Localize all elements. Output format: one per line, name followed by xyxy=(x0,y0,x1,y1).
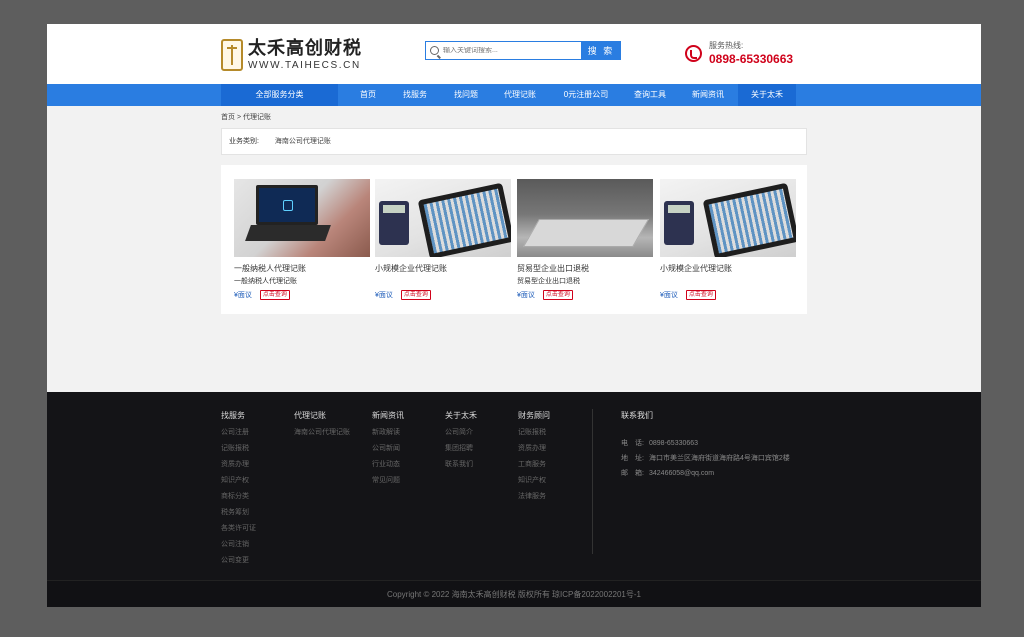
contact-phone: 电 话: 0898-65330663 xyxy=(621,440,699,447)
product-image[interactable] xyxy=(234,179,370,257)
hotline-label: 服务热线: xyxy=(709,41,744,50)
nav-item-news[interactable]: 新闻资讯 xyxy=(683,84,733,106)
product-card[interactable]: 小规模企业代理记账 ¥面议 点击查询 xyxy=(375,179,511,300)
product-price: ¥面议 xyxy=(660,292,678,299)
category-filter: 业务类别: 海南公司代理记账 xyxy=(221,128,807,155)
product-card[interactable]: 贸易型企业出口退税 贸易型企业出口退税 ¥面议 点击查询 xyxy=(517,179,653,300)
site-logo[interactable]: 太禾高创财税 WWW.TAIHECS.CN xyxy=(221,38,362,72)
filter-option[interactable]: 海南公司代理记账 xyxy=(275,138,331,145)
logo-domain: WWW.TAIHECS.CN xyxy=(248,60,361,71)
nav-item-find-question[interactable]: 找问题 xyxy=(443,84,489,106)
footer-link[interactable]: 常见问题 xyxy=(372,476,404,485)
contact-email: 邮 箱: 342466058@qq.com xyxy=(621,470,715,477)
product-title[interactable]: 一般纳税人代理记账 xyxy=(234,264,370,274)
product-title[interactable]: 贸易型企业出口退税 xyxy=(517,264,653,274)
search-input[interactable] xyxy=(443,47,573,54)
product-price: ¥面议 xyxy=(375,292,393,299)
nav-all-services[interactable]: 全部服务分类 xyxy=(221,84,338,106)
product-detail-button[interactable]: 点击查询 xyxy=(542,290,573,300)
footer-link[interactable]: 各类许可证 xyxy=(221,524,256,533)
footer-column-title: 关于太禾 xyxy=(445,411,477,420)
hotline: 服务热线: 0898-65330663 xyxy=(685,41,793,66)
footer-link[interactable]: 行业动态 xyxy=(372,460,404,469)
footer-link[interactable]: 税务筹划 xyxy=(221,508,256,517)
nav-item-about[interactable]: 关于太禾 xyxy=(738,84,796,106)
main-nav: 全部服务分类 首页 找服务 找问题 代理记账 0元注册公司 查询工具 新闻资讯 … xyxy=(47,84,981,106)
footer-link[interactable]: 法律服务 xyxy=(518,492,550,501)
footer-link[interactable]: 记账报税 xyxy=(221,444,256,453)
product-subtitle xyxy=(375,277,511,286)
footer-link[interactable]: 资质办理 xyxy=(221,460,256,469)
nav-item-free-registration[interactable]: 0元注册公司 xyxy=(556,84,616,106)
footer-link[interactable]: 联系我们 xyxy=(445,460,477,469)
footer-divider xyxy=(592,409,593,554)
footer-column-title: 财务顾问 xyxy=(518,411,550,420)
footer-link[interactable]: 新政解读 xyxy=(372,428,404,437)
hotline-number: 0898-65330663 xyxy=(709,52,794,66)
breadcrumb[interactable]: 首页 > 代理记账 xyxy=(221,112,271,122)
footer-link[interactable]: 商标分类 xyxy=(221,492,256,501)
product-title[interactable]: 小规模企业代理记账 xyxy=(375,264,511,274)
footer-link[interactable]: 记账报税 xyxy=(518,428,550,437)
product-image[interactable] xyxy=(517,179,653,257)
page: 太禾高创财税 WWW.TAIHECS.CN 搜 索 服务热线: 0898-653… xyxy=(47,24,981,607)
footer-contact: 联系我们 电 话: 0898-65330663 地 址: 海口市美兰区海府街道海府路… xyxy=(621,411,790,478)
footer-column: 财务顾问 记账报税 资质办理 工商服务 知识产权 法律服务 xyxy=(518,411,550,501)
logo-title: 太禾高创财税 xyxy=(248,38,362,58)
footer-column: 代理记账 海南公司代理记账 xyxy=(294,411,350,437)
contact-address: 地 址: 海口市美兰区海府街道海府路4号海口宾馆2楼 xyxy=(621,455,790,462)
copyright: Copyright © 2022 海南太禾高创财税 版权所有 琼ICP备2022… xyxy=(47,580,981,607)
footer-column-title: 找服务 xyxy=(221,411,245,420)
product-image[interactable] xyxy=(660,179,796,257)
product-image[interactable] xyxy=(375,179,511,257)
product-detail-button[interactable]: 点击查询 xyxy=(400,290,431,300)
footer-link[interactable]: 资质办理 xyxy=(518,444,550,453)
footer-link[interactable]: 集团招聘 xyxy=(445,444,477,453)
footer-link[interactable]: 公司简介 xyxy=(445,428,477,437)
footer-link[interactable]: 知识产权 xyxy=(221,476,256,485)
search-button[interactable]: 搜 索 xyxy=(581,41,621,60)
product-detail-button[interactable]: 点击查询 xyxy=(259,290,290,300)
logo-mark-icon xyxy=(221,39,243,71)
footer-column-title: 新闻资讯 xyxy=(372,411,404,420)
contact-title: 联系我们 xyxy=(621,411,653,420)
footer-link[interactable]: 公司注册 xyxy=(221,428,256,437)
footer-link[interactable]: 知识产权 xyxy=(518,476,550,485)
search-icon xyxy=(430,46,439,55)
product-detail-button[interactable]: 点击查询 xyxy=(685,290,716,300)
nav-item-query-tools[interactable]: 查询工具 xyxy=(625,84,675,106)
product-subtitle: 一般纳税人代理记账 xyxy=(234,278,297,285)
product-price: ¥面议 xyxy=(234,292,252,299)
footer-column: 关于太禾 公司简介 集团招聘 联系我们 xyxy=(445,411,477,469)
product-title[interactable]: 小规模企业代理记账 xyxy=(660,264,796,274)
nav-item-bookkeeping[interactable]: 代理记账 xyxy=(493,84,547,106)
product-subtitle xyxy=(660,277,796,286)
product-grid: 一般纳税人代理记账 一般纳税人代理记账 ¥面议 点击查询 小规模企业代理记账 ¥… xyxy=(221,165,807,314)
footer-column-title: 代理记账 xyxy=(294,411,326,420)
filter-label: 业务类别: xyxy=(229,138,259,145)
nav-item-home[interactable]: 首页 xyxy=(343,84,393,106)
footer-link[interactable]: 公司新闻 xyxy=(372,444,404,453)
product-subtitle: 贸易型企业出口退税 xyxy=(517,278,580,285)
footer-link[interactable]: 工商服务 xyxy=(518,460,550,469)
footer-link[interactable]: 海南公司代理记账 xyxy=(294,428,350,437)
site-header: 太禾高创财税 WWW.TAIHECS.CN 搜 索 服务热线: 0898-653… xyxy=(47,24,981,84)
footer-link[interactable]: 公司变更 xyxy=(221,556,256,565)
product-card[interactable]: 一般纳税人代理记账 一般纳税人代理记账 ¥面议 点击查询 xyxy=(234,179,370,300)
site-footer: 找服务 公司注册 记账报税 资质办理 知识产权 商标分类 税务筹划 各类许可证 … xyxy=(47,392,981,580)
search-bar: 搜 索 xyxy=(425,41,621,60)
footer-link[interactable]: 公司注销 xyxy=(221,540,256,549)
footer-column: 新闻资讯 新政解读 公司新闻 行业动态 常见问题 xyxy=(372,411,404,485)
product-price: ¥面议 xyxy=(517,292,535,299)
footer-column: 找服务 公司注册 记账报税 资质办理 知识产权 商标分类 税务筹划 各类许可证 … xyxy=(221,411,256,565)
product-card[interactable]: 小规模企业代理记账 ¥面议 点击查询 xyxy=(660,179,796,300)
phone-icon xyxy=(685,45,702,62)
nav-item-find-service[interactable]: 找服务 xyxy=(393,84,437,106)
